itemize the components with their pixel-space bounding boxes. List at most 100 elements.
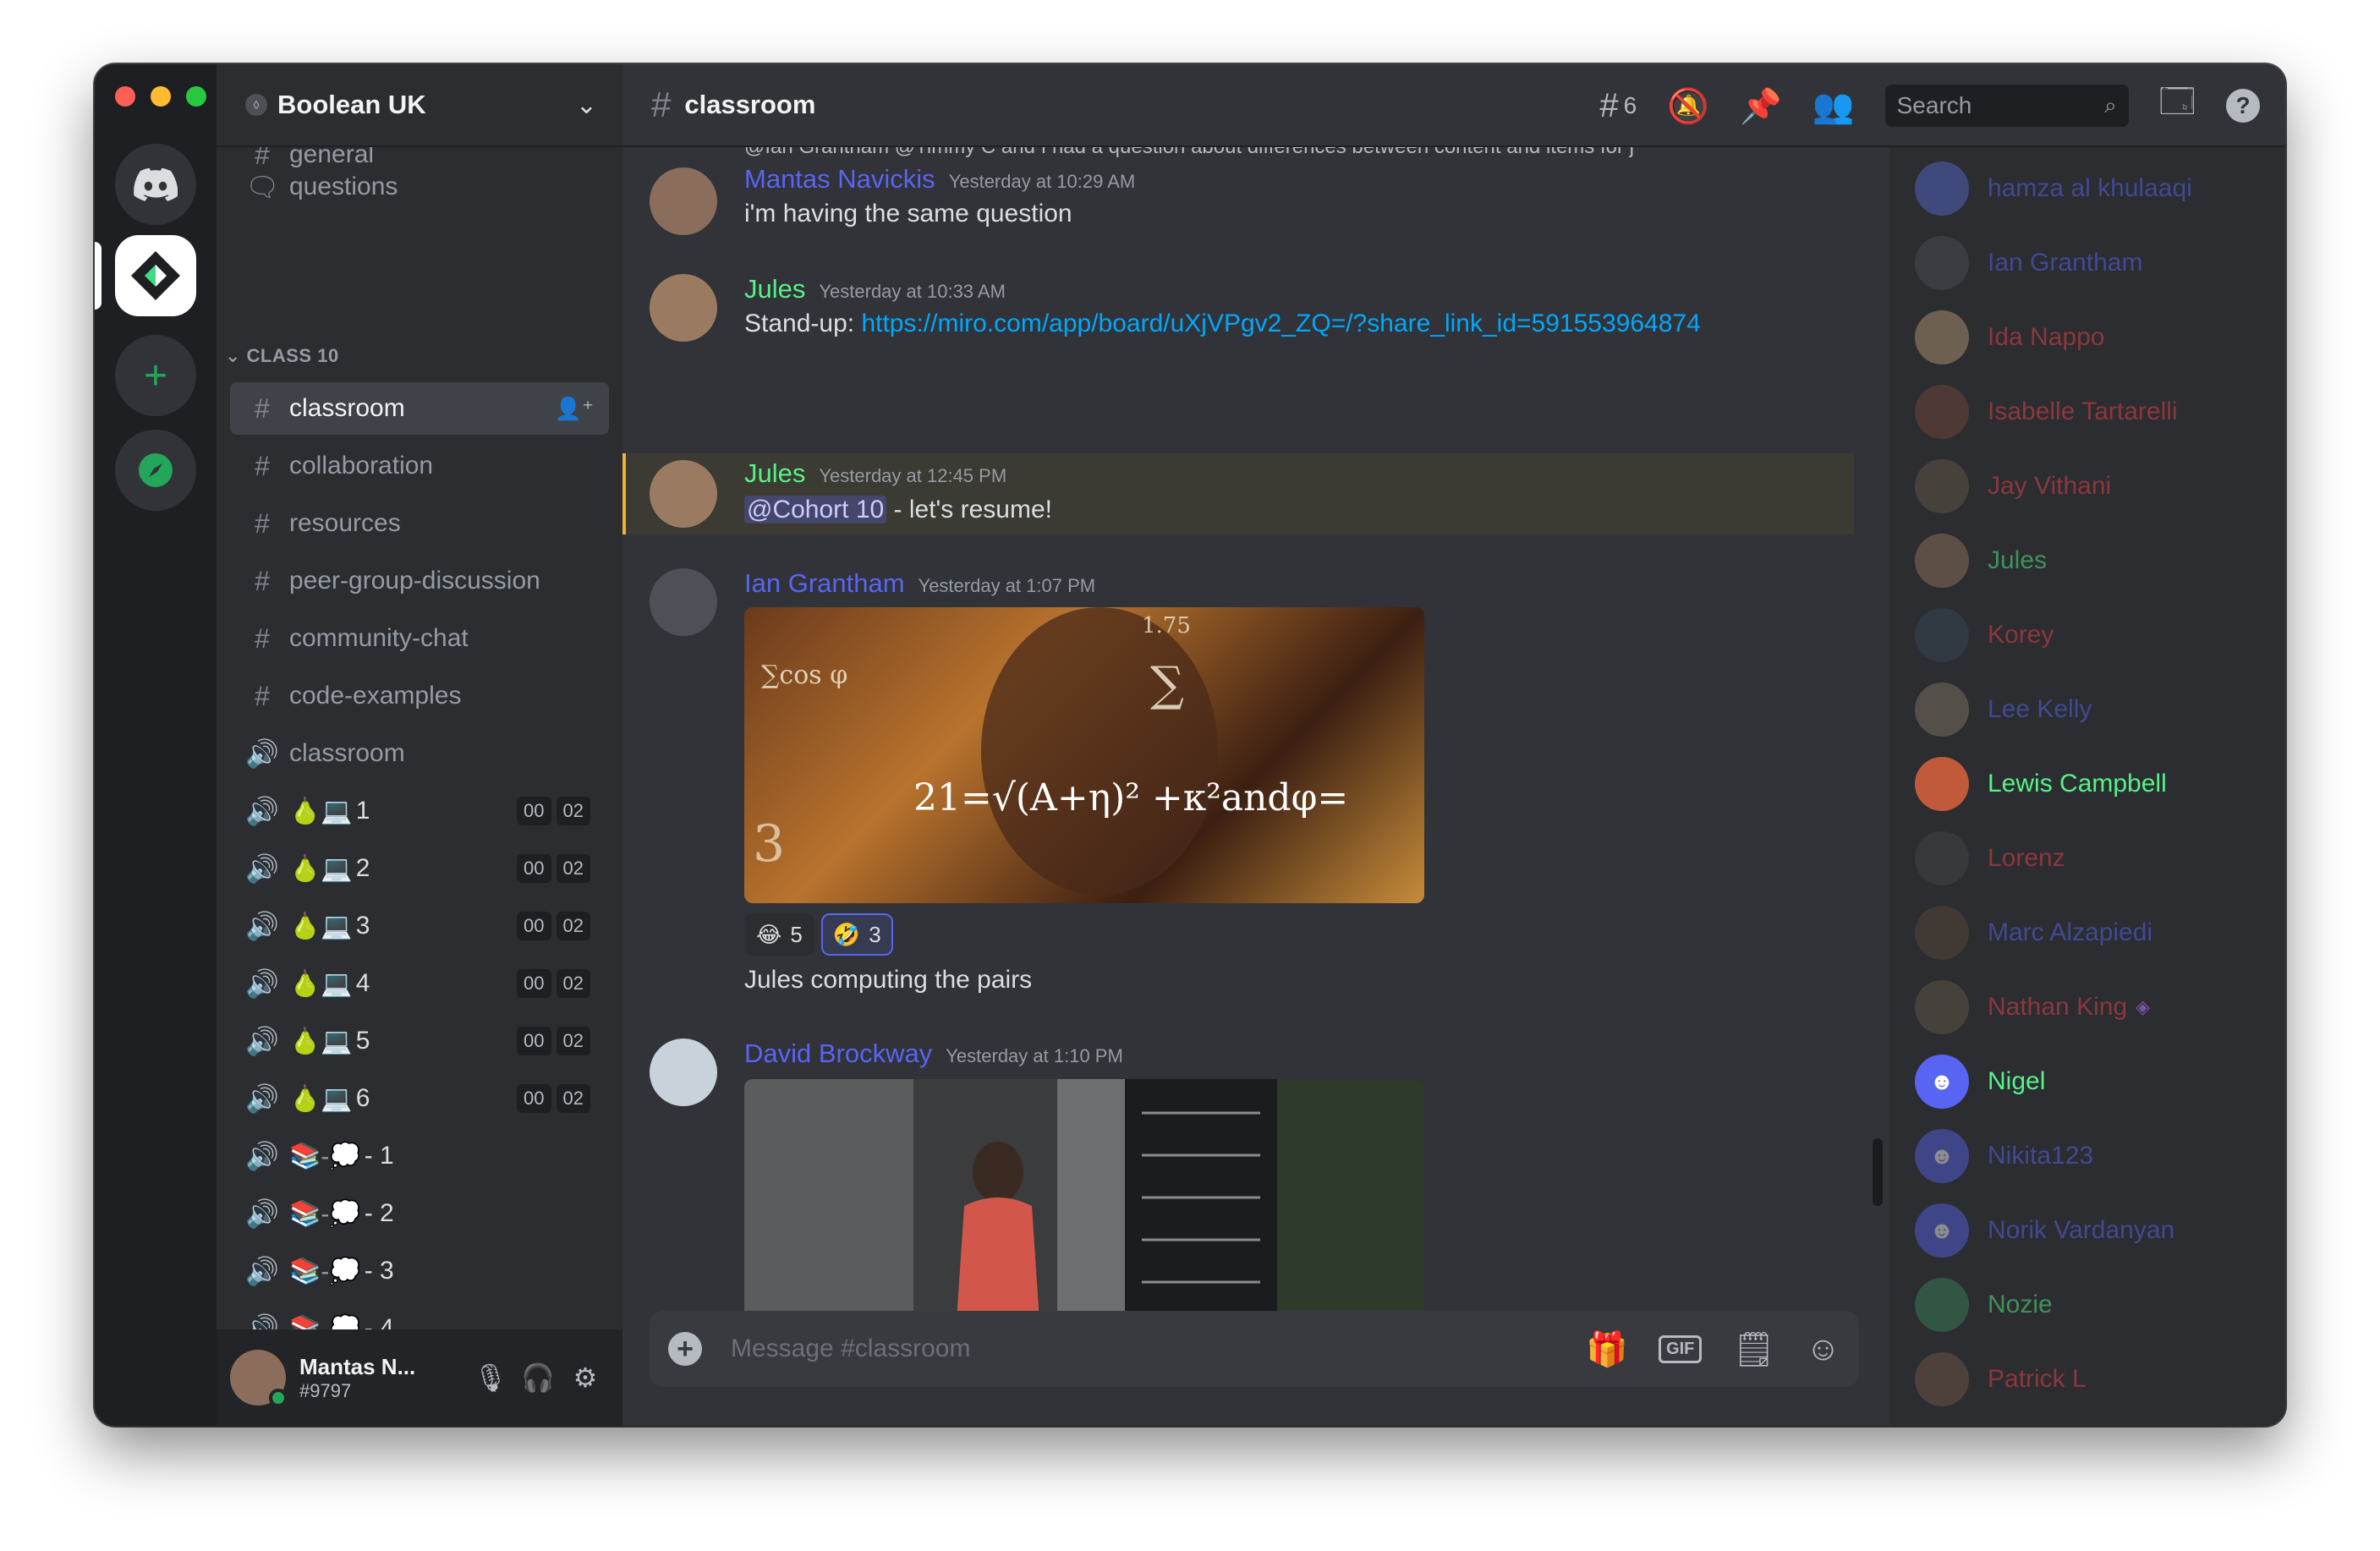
channel-collaboration[interactable]: # collaboration <box>230 440 609 492</box>
search-input[interactable]: Search ⌕ <box>1884 85 2129 127</box>
user-settings-button[interactable]: ⚙ <box>562 1354 609 1401</box>
member-item[interactable]: Lorenz <box>1915 829 2065 888</box>
inbox-button[interactable]: 🗔 <box>2159 77 2196 134</box>
add-server-button[interactable]: + <box>115 335 196 416</box>
voice-channel-pair-4[interactable]: 🔊 🍐💻 4 00 02 <box>230 957 609 1010</box>
member-name: Lee Kelly <box>1988 695 2092 723</box>
avatar[interactable] <box>650 568 717 636</box>
voice-channel-study-2[interactable]: 🔊 📚-💭 - 2 <box>230 1187 609 1240</box>
channel-peer-group-discussion[interactable]: # peer-group-discussion <box>230 555 609 607</box>
member-item[interactable]: Lee Kelly <box>1915 680 2092 739</box>
message-author[interactable]: Jules <box>744 458 805 489</box>
member-item[interactable]: ☻ Nigel <box>1915 1052 2045 1111</box>
message-author[interactable]: Mantas Navickis <box>744 164 935 195</box>
direct-messages-button[interactable] <box>115 144 196 225</box>
member-item[interactable]: Korey <box>1915 606 2054 665</box>
bell-muted-icon: 🔕 <box>1667 87 1709 125</box>
member-item[interactable]: Jules <box>1915 531 2047 590</box>
invite-icon[interactable]: 👤⁺ <box>555 396 594 422</box>
threads-count: 6 <box>1623 92 1637 118</box>
user-info[interactable]: Mantas N... #9797 <box>299 1354 467 1402</box>
server-header[interactable]: ◊ Boolean UK ⌄ <box>217 64 622 147</box>
member-item[interactable]: ☻ Norik Vardanyan <box>1915 1201 2174 1260</box>
maximize-window-button[interactable] <box>186 86 206 107</box>
message-list: @Ian Grantham @Timmy C and I had a quest… <box>622 147 1871 1375</box>
member-item[interactable]: Patrick L <box>1915 1350 2087 1409</box>
voice-channel-pair-5[interactable]: 🔊 🍐💻 5 00 02 <box>230 1015 609 1067</box>
channel-classroom[interactable]: # classroom 👤⁺ <box>230 382 609 435</box>
reaction-rofl[interactable]: 🤣 3 <box>820 913 893 956</box>
minimize-window-button[interactable] <box>151 86 171 107</box>
reply-preview[interactable]: @Ian Grantham @Timmy C and I had a quest… <box>744 147 1634 159</box>
avatar[interactable] <box>650 460 717 528</box>
voice-channel-study-1[interactable]: 🔊 📚-💭 - 1 <box>230 1130 609 1182</box>
role-mention[interactable]: @Cohort 10 <box>744 496 887 523</box>
message-composer[interactable]: + Message #classroom 🎁 GIF 🗒 ☺ <box>650 1311 1859 1387</box>
voice-channel-study-4[interactable]: 🔊 📚-💭 - 4 <box>230 1302 609 1329</box>
pinned-messages-button[interactable]: 📌 <box>1740 86 1782 126</box>
microphone-button[interactable]: 🎙 <box>467 1354 514 1401</box>
avatar[interactable] <box>650 167 717 235</box>
gif-picker-button[interactable]: GIF <box>1659 1335 1703 1363</box>
channel-community-chat[interactable]: # community-chat <box>230 612 609 665</box>
message-link[interactable]: https://miro.com/app/board/uXjVPgv2_ZQ=/… <box>861 310 1700 337</box>
server-boolean-uk[interactable] <box>115 235 196 316</box>
message: Ian Grantham Yesterday at 1:07 PM ∑cos φ… <box>622 563 1854 1003</box>
voice-channel-pair-6[interactable]: 🔊 🍐💻 6 00 02 <box>230 1072 609 1125</box>
member-list-button[interactable]: 👥 <box>1812 86 1855 126</box>
gif-image-math-meme[interactable]: ∑cos φ ∑ 21=√(A+η)² +κ²andφ= 3 1.75 <box>744 607 1424 903</box>
headphones-button[interactable]: 🎧 <box>514 1354 562 1401</box>
avatar[interactable] <box>650 274 717 342</box>
window-controls <box>115 86 206 107</box>
user-panel: Mantas N... #9797 🎙 🎧 ⚙ <box>217 1329 622 1426</box>
avatar <box>1915 1352 1969 1406</box>
pear-laptop-icon: 🍐💻 <box>289 1084 353 1113</box>
member-item[interactable]: ☻ Nikita123 <box>1915 1126 2093 1186</box>
message-author[interactable]: David Brockway <box>744 1039 932 1069</box>
message-scrollbar[interactable] <box>1873 1138 1883 1206</box>
message-author[interactable]: Ian Grantham <box>744 568 905 599</box>
threads-button[interactable]: # 6 <box>1599 87 1637 125</box>
room-number: 1 <box>355 797 370 825</box>
member-item[interactable]: Ian Grantham <box>1915 233 2142 293</box>
attach-plus-icon[interactable]: + <box>668 1332 702 1366</box>
voice-channel-classroom[interactable]: 🔊 classroom <box>230 727 609 780</box>
avatar <box>1915 906 1969 960</box>
member-item[interactable]: Nozie <box>1915 1275 2053 1335</box>
notification-settings-button[interactable]: 🔕 <box>1667 86 1709 126</box>
chevron-down-icon: ⌄ <box>575 90 597 119</box>
close-window-button[interactable] <box>115 86 135 107</box>
member-item[interactable]: Marc Alzapiedi <box>1915 903 2152 962</box>
room-number: - 1 <box>364 1142 394 1170</box>
member-item[interactable]: Lewis Campbell <box>1915 754 2167 814</box>
member-item[interactable]: Jay Vithani <box>1915 457 2111 516</box>
room-number: - 3 <box>364 1257 394 1285</box>
message-timestamp: Yesterday at 10:33 AM <box>819 281 1006 302</box>
channel-label: code-examples <box>289 682 462 710</box>
avatar[interactable] <box>230 1350 288 1407</box>
emoji-picker-icon[interactable]: ☺ <box>1806 1330 1840 1368</box>
category-class-10[interactable]: ⌄ CLASS 10 <box>225 345 339 367</box>
avatar[interactable] <box>650 1039 717 1106</box>
voice-channel-pair-1[interactable]: 🔊 🍐💻 1 00 02 <box>230 785 609 837</box>
gift-icon[interactable]: 🎁 <box>1586 1329 1628 1369</box>
sticker-icon[interactable]: 🗒 <box>1732 1329 1775 1369</box>
member-item[interactable]: Isabelle Tartarelli <box>1915 382 2178 441</box>
voice-channel-study-3[interactable]: 🔊 📚-💭 - 3 <box>230 1245 609 1297</box>
voice-channel-pair-3[interactable]: 🔊 🍐💻 3 00 02 <box>230 900 609 952</box>
channel-resources[interactable]: # resources <box>230 497 609 550</box>
member-item[interactable]: hamza al khulaaqi <box>1915 159 2192 218</box>
member-item[interactable]: Nathan King ◈ <box>1915 978 2150 1037</box>
message-author[interactable]: Jules <box>744 274 805 304</box>
reaction-joy[interactable]: 😂 5 <box>744 913 814 956</box>
message-input[interactable]: Message #classroom <box>731 1335 1555 1363</box>
channel-code-examples[interactable]: # code-examples <box>230 670 609 722</box>
boolean-logo-icon <box>131 251 180 300</box>
compass-icon <box>139 453 173 487</box>
channel-questions[interactable]: 🗨 questions <box>230 161 609 213</box>
explore-servers-button[interactable] <box>115 430 196 511</box>
member-item[interactable]: Ida Nappo <box>1915 308 2104 367</box>
pear-laptop-icon: 🍐💻 <box>289 1027 353 1055</box>
voice-channel-pair-2[interactable]: 🔊 🍐💻 2 00 02 <box>230 842 609 895</box>
help-button[interactable]: ? <box>2226 89 2260 123</box>
